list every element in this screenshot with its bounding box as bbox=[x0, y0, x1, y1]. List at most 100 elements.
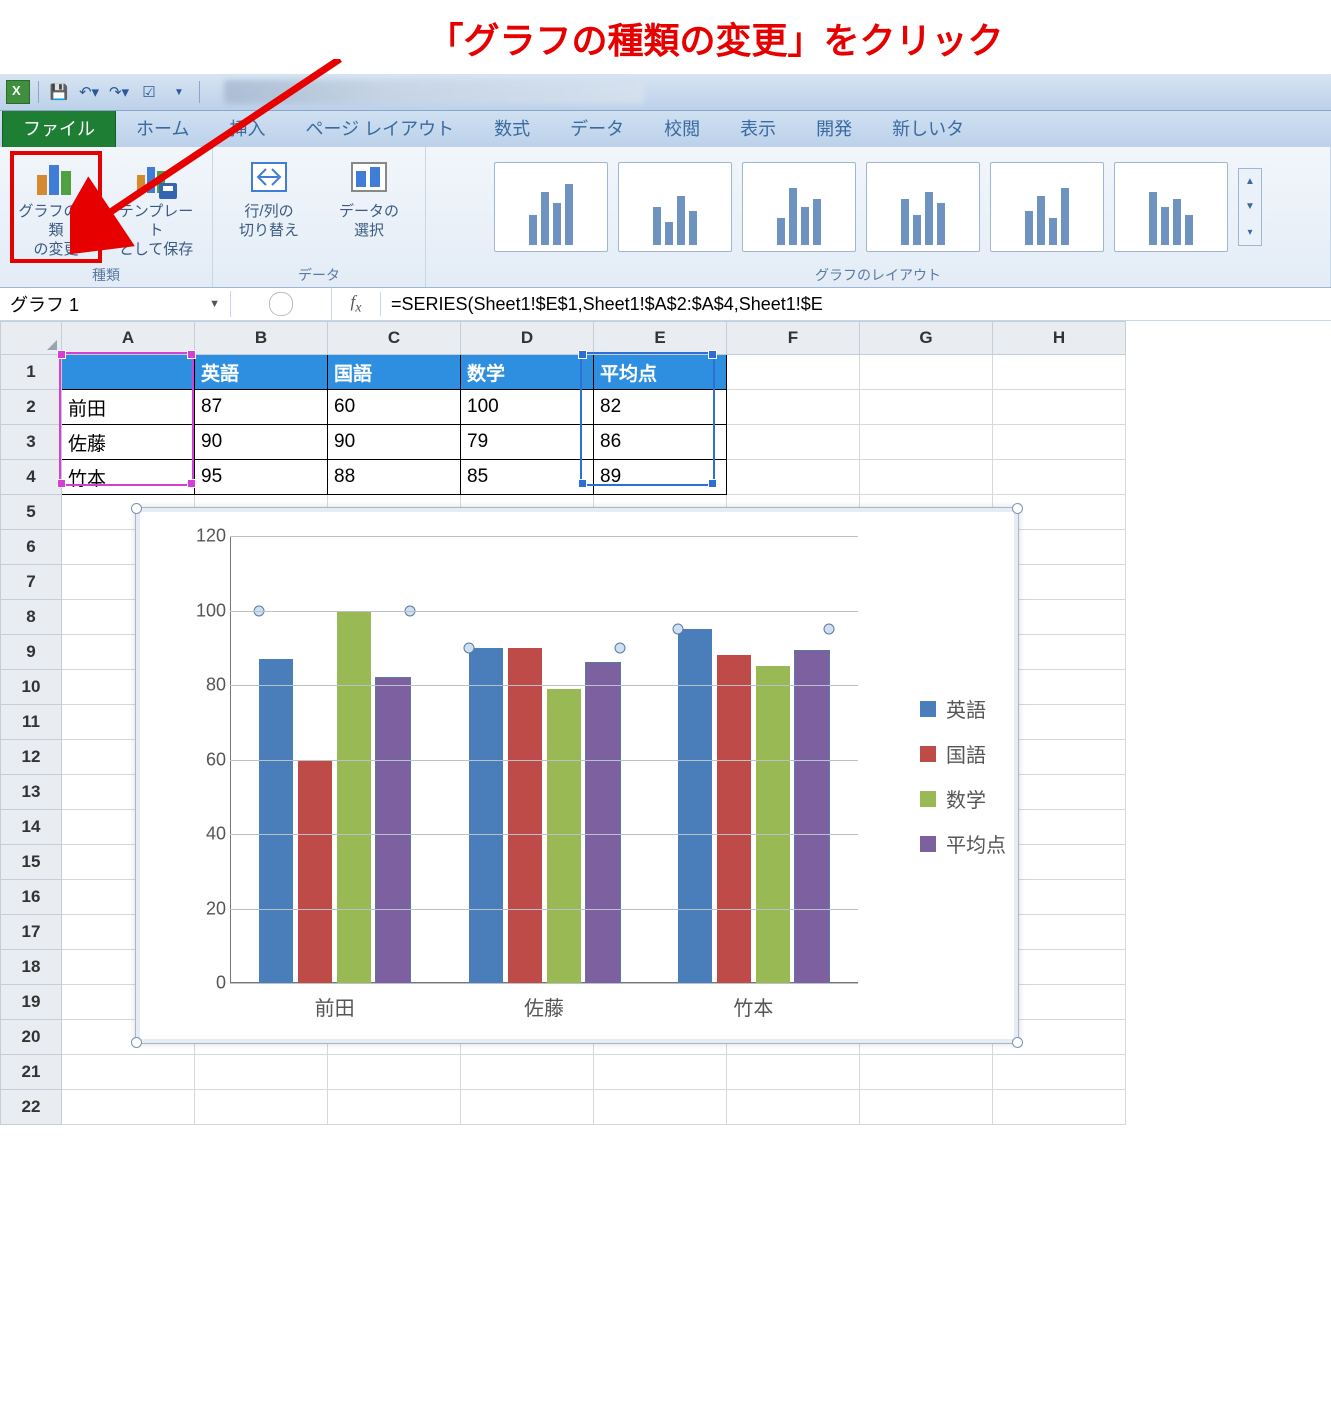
tab-formulas[interactable]: 数式 bbox=[474, 107, 550, 147]
row-header[interactable]: 15 bbox=[1, 845, 62, 880]
cell[interactable] bbox=[993, 390, 1126, 425]
chart-layout-thumb[interactable] bbox=[990, 162, 1104, 252]
cell[interactable] bbox=[461, 1055, 594, 1090]
cell[interactable] bbox=[993, 425, 1126, 460]
bar-英語[interactable] bbox=[259, 659, 293, 983]
cell[interactable]: 86 bbox=[594, 425, 727, 460]
series-select-handle[interactable] bbox=[614, 642, 625, 653]
row-header[interactable]: 9 bbox=[1, 635, 62, 670]
row-header[interactable]: 16 bbox=[1, 880, 62, 915]
row-header[interactable]: 19 bbox=[1, 985, 62, 1020]
cell[interactable] bbox=[727, 460, 860, 495]
row-header[interactable]: 5 bbox=[1, 495, 62, 530]
chart-layout-thumb[interactable] bbox=[618, 162, 732, 252]
bar-数学[interactable] bbox=[756, 666, 790, 983]
chart-legend[interactable]: 英語国語数学平均点 bbox=[920, 678, 1006, 874]
legend-item[interactable]: 平均点 bbox=[920, 829, 1006, 858]
tab-developer[interactable]: 開発 bbox=[796, 107, 872, 147]
insert-function-button[interactable]: fx bbox=[332, 292, 381, 316]
bar-国語[interactable] bbox=[298, 760, 332, 984]
cell[interactable] bbox=[727, 1055, 860, 1090]
bar-英語[interactable] bbox=[469, 648, 503, 983]
cell[interactable]: 87 bbox=[195, 390, 328, 425]
cell[interactable]: 竹本 bbox=[62, 460, 195, 495]
legend-item[interactable]: 数学 bbox=[920, 784, 1006, 813]
switch-row-column-button[interactable]: 行/列の 切り替え bbox=[225, 153, 313, 261]
chart-resize-handle[interactable] bbox=[131, 503, 142, 514]
chart-layout-thumb[interactable] bbox=[742, 162, 856, 252]
cell[interactable] bbox=[727, 355, 860, 390]
chart-resize-handle[interactable] bbox=[131, 1037, 142, 1048]
cell[interactable] bbox=[727, 1090, 860, 1125]
cell[interactable] bbox=[594, 1055, 727, 1090]
row-header[interactable]: 4 bbox=[1, 460, 62, 495]
cell[interactable] bbox=[62, 1055, 195, 1090]
bar-英語[interactable] bbox=[678, 629, 712, 983]
row-header[interactable]: 22 bbox=[1, 1090, 62, 1125]
column-header[interactable]: A bbox=[62, 322, 195, 355]
row-header[interactable]: 6 bbox=[1, 530, 62, 565]
tab-data[interactable]: データ bbox=[550, 107, 644, 147]
tab-insert[interactable]: 挿入 bbox=[209, 107, 285, 147]
row-header[interactable]: 14 bbox=[1, 810, 62, 845]
cell[interactable]: 90 bbox=[328, 425, 461, 460]
embedded-chart[interactable]: 020406080100120 前田佐藤竹本 英語国語数学平均点 bbox=[135, 507, 1019, 1044]
tab-file[interactable]: ファイル bbox=[2, 106, 116, 147]
column-header[interactable]: H bbox=[993, 322, 1126, 355]
series-select-handle[interactable] bbox=[823, 624, 834, 635]
tab-review[interactable]: 校閲 bbox=[644, 107, 720, 147]
cell[interactable] bbox=[62, 1090, 195, 1125]
column-header[interactable]: C bbox=[328, 322, 461, 355]
qat-customize-dropdown[interactable]: ▼ bbox=[167, 80, 191, 104]
cell[interactable] bbox=[195, 1055, 328, 1090]
cell[interactable] bbox=[328, 1090, 461, 1125]
legend-item[interactable]: 国語 bbox=[920, 739, 1006, 768]
cell[interactable]: 95 bbox=[195, 460, 328, 495]
cell[interactable]: 平均点 bbox=[594, 355, 727, 390]
legend-item[interactable]: 英語 bbox=[920, 694, 1006, 723]
save-button[interactable]: 💾 bbox=[47, 80, 71, 104]
row-header[interactable]: 20 bbox=[1, 1020, 62, 1055]
save-as-template-button[interactable]: テンプレート として保存 bbox=[112, 153, 200, 261]
cell[interactable] bbox=[461, 1090, 594, 1125]
series-select-handle[interactable] bbox=[463, 642, 474, 653]
undo-button[interactable]: ↶▾ bbox=[77, 80, 101, 104]
column-header[interactable]: E bbox=[594, 322, 727, 355]
tab-new[interactable]: 新しいタ bbox=[872, 107, 984, 147]
cell[interactable] bbox=[860, 1055, 993, 1090]
cell[interactable]: 100 bbox=[461, 390, 594, 425]
cell[interactable] bbox=[860, 1090, 993, 1125]
cell[interactable]: 82 bbox=[594, 390, 727, 425]
bar-平均点[interactable] bbox=[795, 651, 829, 983]
cell[interactable] bbox=[328, 1055, 461, 1090]
cell[interactable]: 英語 bbox=[195, 355, 328, 390]
bar-数学[interactable] bbox=[337, 611, 371, 984]
cell[interactable] bbox=[860, 460, 993, 495]
name-box[interactable]: グラフ 1 ▼ bbox=[0, 291, 231, 317]
cell[interactable]: 79 bbox=[461, 425, 594, 460]
chart-layout-thumb[interactable] bbox=[1114, 162, 1228, 252]
bar-国語[interactable] bbox=[717, 655, 751, 983]
cell[interactable]: 90 bbox=[195, 425, 328, 460]
cell[interactable]: 国語 bbox=[328, 355, 461, 390]
chart-resize-handle[interactable] bbox=[1012, 1037, 1023, 1048]
bar-数学[interactable] bbox=[547, 689, 581, 983]
redo-button[interactable]: ↷▾ bbox=[107, 80, 131, 104]
cell[interactable] bbox=[993, 460, 1126, 495]
row-header[interactable]: 3 bbox=[1, 425, 62, 460]
cell[interactable] bbox=[195, 1090, 328, 1125]
cell[interactable]: 前田 bbox=[62, 390, 195, 425]
formula-input[interactable]: =SERIES(Sheet1!$E$1,Sheet1!$A$2:$A$4,She… bbox=[381, 294, 1331, 315]
series-select-handle[interactable] bbox=[672, 624, 683, 635]
cell[interactable]: 数学 bbox=[461, 355, 594, 390]
chart-layout-thumb[interactable] bbox=[494, 162, 608, 252]
worksheet-grid[interactable]: ABCDEFGH1英語国語数学平均点2前田8760100823佐藤9090798… bbox=[0, 321, 1331, 1125]
cell[interactable] bbox=[594, 1090, 727, 1125]
cell[interactable]: 88 bbox=[328, 460, 461, 495]
cell[interactable] bbox=[993, 1055, 1126, 1090]
row-header[interactable]: 1 bbox=[1, 355, 62, 390]
cell[interactable]: 佐藤 bbox=[62, 425, 195, 460]
row-header[interactable]: 12 bbox=[1, 740, 62, 775]
column-header[interactable]: F bbox=[727, 322, 860, 355]
cell[interactable] bbox=[993, 1090, 1126, 1125]
